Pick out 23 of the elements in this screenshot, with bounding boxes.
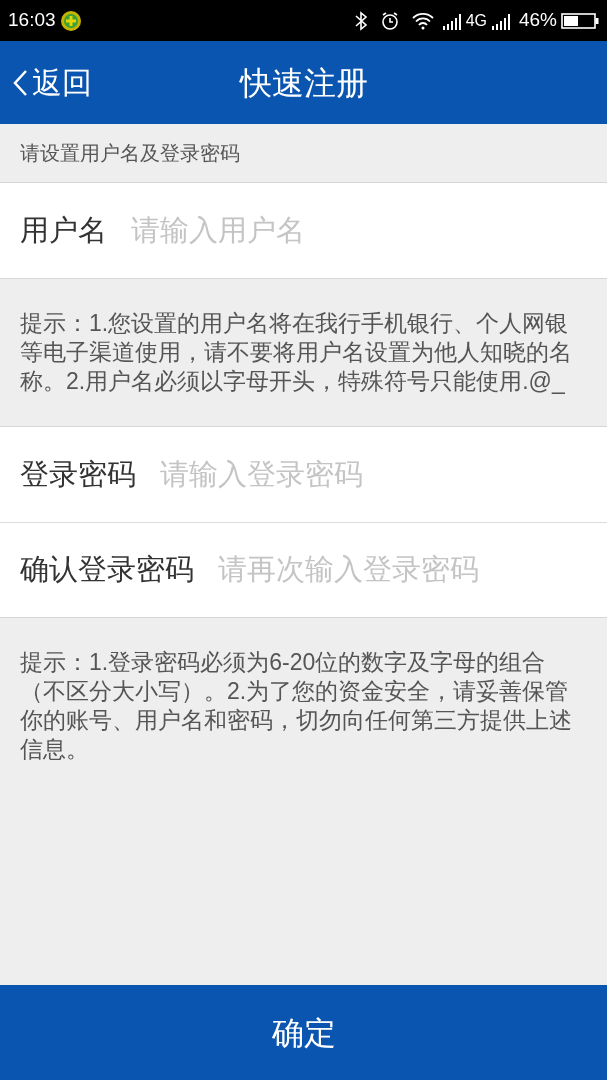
- username-hint: 提示：1.您设置的用户名将在我行手机银行、个人网银等电子渠道使用，请不要将用户名设置为他人知晓的名称。2.用户名必须以字母开头，特殊符号只能使用.@_: [20, 309, 573, 396]
- battery-icon: [561, 11, 599, 30]
- field-label: 确认登录密码: [20, 552, 194, 588]
- chevron-left-icon: [12, 68, 28, 97]
- field-label: 登录密码: [20, 456, 136, 492]
- signal-icon: [441, 11, 462, 30]
- bluetooth-icon: [353, 10, 368, 31]
- page-title: 快速注册: [239, 63, 368, 103]
- confirm-button[interactable]: 确定: [0, 985, 607, 1080]
- field-label: 用户名: [20, 212, 107, 248]
- app-notification-icon: [59, 9, 82, 32]
- signal-icon: [490, 11, 511, 30]
- battery-percent: 46%: [518, 8, 557, 33]
- password-hint: 提示：1.登录密码必须为6-20位的数字及字母的组合（不区分大小写）。2.为了您的资金安全，请妥善保管你的账号、用户名和密码，切勿向任何第三方提供上述信息。: [20, 648, 573, 764]
- back-button[interactable]: 返回: [12, 41, 92, 124]
- alarm-icon: [379, 10, 400, 31]
- network-type: 4G: [465, 10, 487, 31]
- section-title: 请设置用户名及登录密码: [20, 141, 240, 166]
- status-time: 16:03: [8, 8, 56, 33]
- input-field[interactable]: 请再次输入登录密码: [218, 548, 587, 592]
- input-field[interactable]: 请输入用户名: [131, 208, 587, 253]
- input-field[interactable]: 请输入登录密码: [160, 452, 587, 497]
- wifi-icon: [411, 11, 434, 30]
